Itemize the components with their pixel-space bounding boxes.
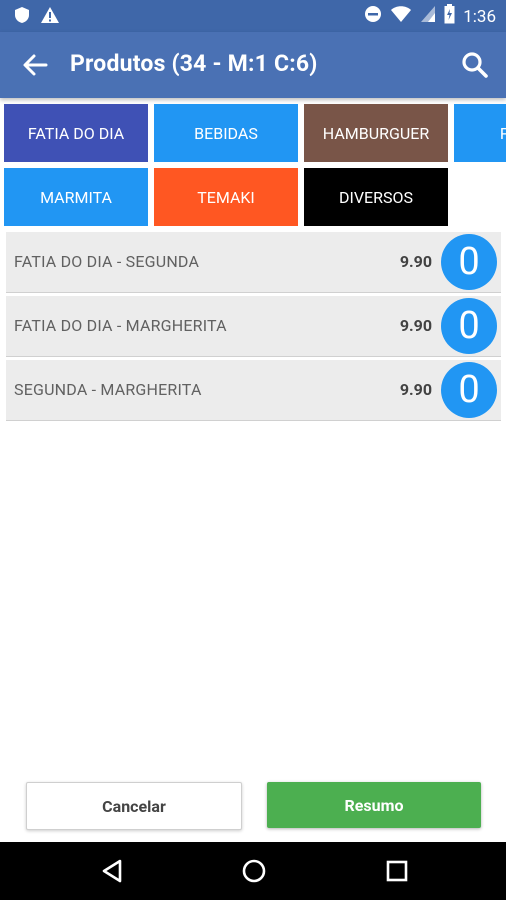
home-circle-icon[interactable] <box>240 857 268 885</box>
back-triangle-icon[interactable] <box>99 857 127 885</box>
category-label: P <box>499 123 506 143</box>
product-row[interactable]: FATIA DO DIA - SEGUNDA 9.90 0 <box>6 232 501 293</box>
category-partial[interactable]: P <box>454 104 506 162</box>
category-label: MARMITA <box>40 187 112 207</box>
page-title: Produtos (34 - M:1 C:6) <box>70 50 318 77</box>
category-label: FATIA DO DIA <box>27 123 125 143</box>
category-label: BEBIDAS <box>194 123 258 143</box>
battery-icon <box>444 4 455 29</box>
resumo-button[interactable]: Resumo <box>267 782 481 828</box>
quantity-badge[interactable]: 0 <box>441 234 497 290</box>
category-bebidas[interactable]: BEBIDAS <box>154 104 298 162</box>
category-hamburguer[interactable]: HAMBURGUER <box>304 104 448 162</box>
category-label: HAMBURGUER <box>322 123 430 143</box>
category-diversos[interactable]: DIVERSOS <box>304 168 448 226</box>
category-marmita[interactable]: MARMITA <box>4 168 148 226</box>
product-name: SEGUNDA - MARGHERITA <box>14 380 202 399</box>
quantity-badge[interactable]: 0 <box>441 298 497 354</box>
product-name: FATIA DO DIA - MARGHERITA <box>14 316 227 335</box>
wifi-icon <box>390 5 412 28</box>
shield-icon <box>14 6 30 28</box>
cancel-button[interactable]: Cancelar <box>26 782 242 830</box>
signal-icon <box>420 5 436 28</box>
product-price: 9.90 <box>399 252 432 271</box>
category-fatia-do-dia[interactable]: FATIA DO DIA <box>4 104 148 162</box>
product-name: FATIA DO DIA - SEGUNDA <box>14 252 200 271</box>
status-time: 1:36 <box>463 6 496 27</box>
product-row[interactable]: FATIA DO DIA - MARGHERITA 9.90 0 <box>6 296 501 357</box>
category-label: TEMAKI <box>197 187 255 207</box>
status-bar: 1:36 <box>0 0 506 32</box>
product-price: 9.90 <box>399 316 432 335</box>
do-not-disturb-icon <box>364 5 382 28</box>
quantity-badge[interactable]: 0 <box>441 362 497 418</box>
category-label: DIVERSOS <box>339 187 413 207</box>
search-icon[interactable] <box>460 50 490 80</box>
product-price: 9.90 <box>399 380 432 399</box>
warning-icon <box>40 6 60 28</box>
product-row[interactable]: SEGUNDA - MARGHERITA 9.90 0 <box>6 360 501 421</box>
category-temaki[interactable]: TEMAKI <box>154 168 298 226</box>
arrow-back-icon[interactable] <box>20 50 50 80</box>
navigation-bar <box>0 842 506 900</box>
recents-square-icon[interactable] <box>383 857 411 885</box>
app-bar: Produtos (34 - M:1 C:6) <box>0 32 506 98</box>
